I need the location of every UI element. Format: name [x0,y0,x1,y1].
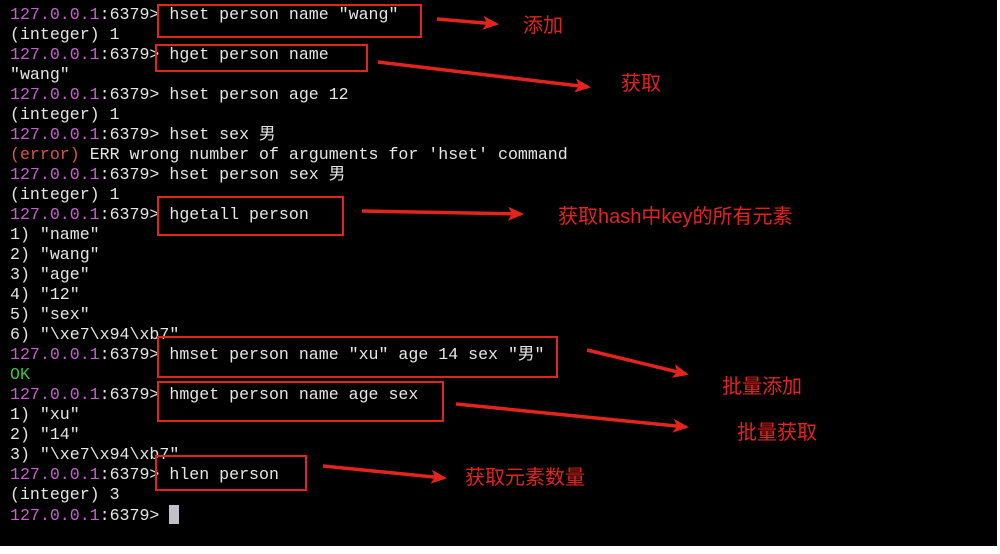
annotation-arrow-count [322,464,447,484]
annotation-arrow-add [436,15,499,30]
annotation-arrow-batch-add [586,348,689,378]
annotation-label-add: 添加 [523,15,563,37]
annotation-label-batch-add: 批量添加 [722,376,802,398]
annotation-label-batch-get: 批量获取 [737,422,817,444]
annotation-arrow-batch-get [455,402,689,433]
screenshot: 127.0.0.1:6379> hset person name "wang" (i… [0,0,1000,554]
annotation-label-count: 获取元素数量 [465,467,585,489]
annotation-arrow-get [377,60,591,93]
annotation-label-getall: 获取hash中key的所有元素 [558,206,793,228]
annotation-arrow-getall [361,206,524,221]
annotation-label-get: 获取 [621,73,661,95]
